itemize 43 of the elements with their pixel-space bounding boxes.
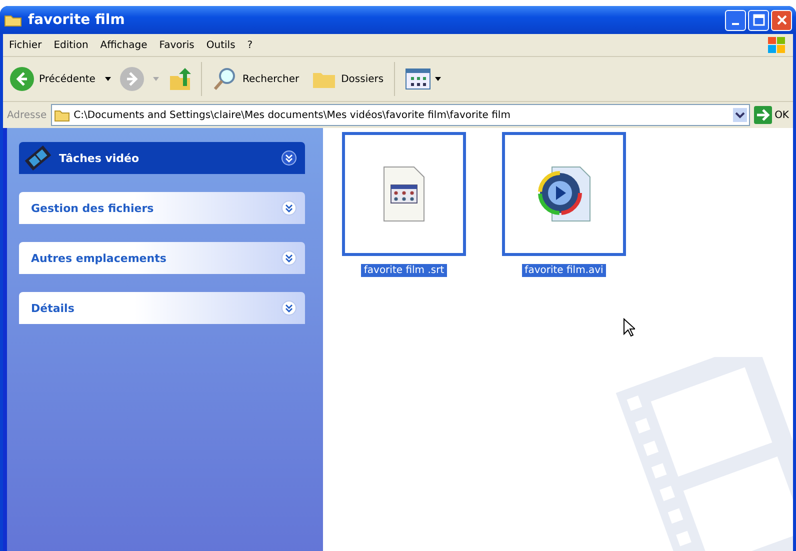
document-icon <box>382 165 426 223</box>
menu-item[interactable]: Edition <box>54 40 88 50</box>
expand-icon[interactable] <box>281 300 297 316</box>
minimize-icon <box>732 23 739 25</box>
file-name[interactable]: favorite film .srt <box>360 264 448 277</box>
menu-item[interactable]: Fichier <box>9 40 42 50</box>
expand-icon[interactable] <box>281 150 297 166</box>
task-panel-header[interactable]: Tâches vidéo <box>19 142 305 174</box>
window-title: favorite film <box>28 12 125 28</box>
expand-icon[interactable] <box>281 250 297 266</box>
search-button[interactable]: Rechercher <box>210 64 302 94</box>
menu-item[interactable]: ? <box>247 40 253 50</box>
close-icon <box>776 14 788 26</box>
menu-item[interactable]: Favoris <box>159 40 194 50</box>
maximize-button[interactable] <box>748 10 769 30</box>
file-thumbnail[interactable] <box>502 132 626 256</box>
folder-icon <box>4 13 22 27</box>
mouse-cursor-icon <box>623 318 635 337</box>
up-folder-icon[interactable] <box>167 66 194 92</box>
views-button[interactable] <box>402 66 443 92</box>
folders-button[interactable]: Dossiers <box>309 66 386 92</box>
go-button[interactable]: OK <box>754 106 789 124</box>
task-panel-header[interactable]: Détails <box>19 292 305 324</box>
back-button[interactable]: Précédente <box>7 64 98 94</box>
grid-view-icon <box>404 68 431 90</box>
go-arrow-icon <box>754 106 772 124</box>
address-label: Adresse <box>7 110 47 120</box>
folder-icon <box>54 108 70 122</box>
film-strip-icon <box>23 143 53 173</box>
address-field[interactable]: C:\Documents and Settings\claire\Mes documents\Mes vidéos\favorite film\favorite film <box>50 104 750 126</box>
dropdown-arrow-icon <box>434 77 441 81</box>
task-panel-header[interactable]: Gestion des fichiers <box>19 192 305 224</box>
menu-item[interactable]: Affichage <box>100 40 148 50</box>
expand-icon[interactable] <box>281 200 297 216</box>
minimize-button[interactable] <box>725 10 746 30</box>
file-thumbnail[interactable] <box>342 132 466 256</box>
maximize-icon <box>752 14 764 26</box>
windows-logo-icon <box>767 35 787 55</box>
dropdown-arrow-icon[interactable] <box>105 77 112 81</box>
menu-item[interactable]: Outils <box>206 40 236 50</box>
file-name[interactable]: favorite film.avi <box>522 264 606 277</box>
close-button[interactable] <box>771 10 792 30</box>
task-panel-header[interactable]: Autres emplacements <box>19 242 305 274</box>
